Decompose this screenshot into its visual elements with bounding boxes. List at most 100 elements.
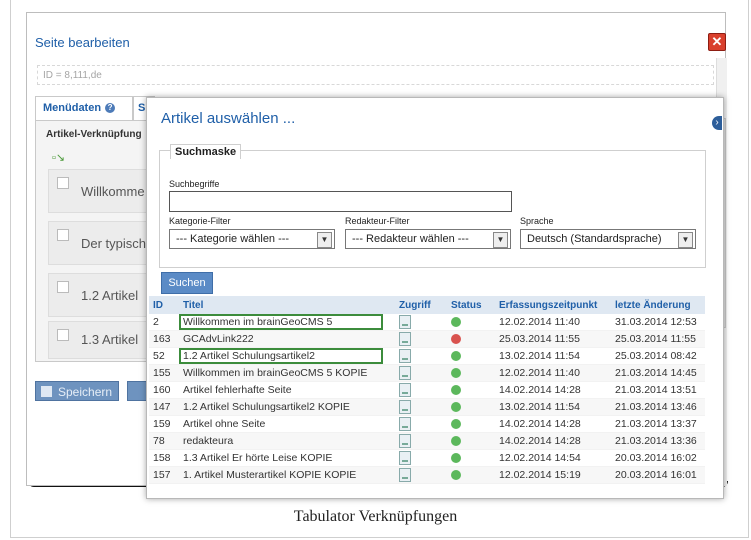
cell-status (447, 449, 495, 467)
column-header-id[interactable]: ID (149, 296, 179, 314)
column-header-access[interactable]: Zugriff (395, 296, 447, 314)
cell-created: 12.02.2014 11:40 (495, 314, 611, 331)
cell-title[interactable]: Artikel ohne Seite (179, 415, 395, 433)
cell-access (395, 449, 447, 467)
cell-changed: 21.03.2014 13:37 (611, 415, 705, 433)
category-filter-select[interactable]: --- Kategorie wählen --- ▼ (169, 229, 335, 249)
category-filter-label: Kategorie-Filter (169, 216, 231, 226)
title-text[interactable]: Artikel fehlerhafte Seite (183, 384, 292, 396)
cell-title[interactable]: Willkommen im brainGeoCMS 5 (179, 314, 395, 331)
cell-title[interactable]: Willkommen im brainGeoCMS 5 KOPIE (179, 364, 395, 382)
cell-title[interactable]: 1.3 Artikel Er hörte Leise KOPIE (179, 449, 395, 467)
category-filter-value: --- Kategorie wählen --- (176, 233, 290, 245)
results-table: ID Titel Zugriff Status Erfassungszeitpu… (149, 296, 705, 484)
chevron-down-icon: ▼ (493, 232, 508, 248)
table-row[interactable]: 52 1.2 Artikel Schulungsartikel2 13.02.201… (149, 347, 705, 365)
cell-changed: 21.03.2014 13:36 (611, 432, 705, 450)
cell-title[interactable]: redakteura (179, 432, 395, 450)
title-text[interactable]: Willkommen im brainGeoCMS 5 (179, 314, 383, 330)
editor-filter-value: --- Redakteur wählen --- (352, 233, 469, 245)
floppy-icon (41, 386, 52, 397)
cell-created: 13.02.2014 11:54 (495, 398, 611, 416)
table-row[interactable]: 78 redakteura 14.02.2014 14:28 21.03.2014 1… (149, 432, 705, 450)
table-row[interactable]: 147 1.2 Artikel Schulungsartikel2 KOPIE 13… (149, 398, 705, 416)
column-header-changed[interactable]: letzte Änderung (611, 296, 705, 314)
table-row[interactable]: 159 Artikel ohne Seite 14.02.2014 14:28 21.… (149, 415, 705, 433)
table-row[interactable]: 155 Willkommen im brainGeoCMS 5 KOPIE 12.0… (149, 364, 705, 382)
cell-status (447, 466, 495, 484)
cell-changed: 21.03.2014 13:46 (611, 398, 705, 416)
search-button[interactable]: Suchen (161, 272, 213, 294)
cell-changed: 21.03.2014 14:45 (611, 364, 705, 382)
table-row[interactable]: 163 GCAdvLink222 25.03.2014 11:55 25.03.201… (149, 330, 705, 348)
cell-created: 12.02.2014 15:19 (495, 466, 611, 484)
cell-status (447, 398, 495, 416)
cell-access (395, 314, 447, 331)
cell-created: 13.02.2014 11:54 (495, 347, 611, 365)
cell-title[interactable]: 1. Artikel Musterartikel KOPIE KOPIE (179, 466, 395, 484)
cell-status (447, 381, 495, 399)
cell-access (395, 381, 447, 399)
title-text[interactable]: 1. Artikel Musterartikel KOPIE KOPIE (183, 469, 356, 481)
column-header-title[interactable]: Titel (179, 296, 395, 314)
status-red-icon (451, 334, 461, 345)
column-header-created[interactable]: Erfassungszeitpunkt (495, 296, 611, 314)
title-text[interactable]: 1.2 Artikel Schulungsartikel2 KOPIE (183, 401, 350, 413)
tab-menudaten-label: Menüdaten (43, 102, 102, 114)
cell-access (395, 415, 447, 433)
title-text[interactable]: Artikel ohne Seite (183, 418, 265, 430)
document-icon (399, 366, 411, 380)
checkbox[interactable] (57, 281, 69, 293)
editor-filter-select[interactable]: --- Redakteur wählen --- ▼ (345, 229, 511, 249)
table-row[interactable]: 160 Artikel fehlerhafte Seite 14.02.2014 1… (149, 381, 705, 399)
window-title: Seite bearbeiten (35, 35, 130, 50)
checkbox[interactable] (57, 229, 69, 241)
cell-changed: 20.03.2014 16:02 (611, 449, 705, 467)
status-green-icon (451, 368, 461, 379)
list-item-label: Der typisch (81, 236, 147, 251)
table-row[interactable]: 157 1. Artikel Musterartikel KOPIE KOPIE 1… (149, 466, 705, 484)
cell-access (395, 330, 447, 348)
cell-id: 160 (149, 381, 179, 399)
cell-access (395, 398, 447, 416)
column-header-status[interactable]: Status (447, 296, 495, 314)
table-row[interactable]: 158 1.3 Artikel Er hörte Leise KOPIE 12.02… (149, 449, 705, 467)
title-text[interactable]: GCAdvLink222 (183, 333, 254, 345)
title-text[interactable]: 1.2 Artikel Schulungsartikel2 (179, 348, 383, 364)
cell-id: 157 (149, 466, 179, 484)
document-icon (399, 400, 411, 414)
search-input[interactable] (169, 191, 512, 212)
checkbox[interactable] (57, 329, 69, 341)
save-button[interactable]: Speichern (35, 381, 119, 401)
cell-access (395, 364, 447, 382)
help-icon[interactable]: ? (105, 103, 116, 114)
list-item-label: Willkomme (81, 184, 145, 199)
chevron-right-icon[interactable]: › (712, 116, 722, 130)
cell-title[interactable]: 1.2 Artikel Schulungsartikel2 (179, 347, 395, 365)
checkbox[interactable] (57, 177, 69, 189)
tab-menudaten[interactable]: Menüdaten? (35, 96, 133, 120)
title-text[interactable]: Willkommen im brainGeoCMS 5 KOPIE (183, 367, 367, 379)
chevron-down-icon: ▼ (678, 232, 693, 248)
cell-title[interactable]: GCAdvLink222 (179, 330, 395, 348)
panel-label: Artikel-Verknüpfung (46, 129, 142, 140)
document-icon (399, 451, 411, 465)
cell-title[interactable]: Artikel fehlerhafte Seite (179, 381, 395, 399)
cell-title[interactable]: 1.2 Artikel Schulungsartikel2 KOPIE (179, 398, 395, 416)
status-green-icon (451, 453, 461, 464)
secondary-button[interactable] (127, 381, 147, 401)
language-select[interactable]: Deutsch (Standardsprache) ▼ (520, 229, 696, 249)
title-text[interactable]: redakteura (183, 435, 233, 447)
add-link-icon[interactable]: ▫↘ (52, 151, 65, 164)
cell-access (395, 466, 447, 484)
cell-changed: 20.03.2014 16:01 (611, 466, 705, 484)
close-icon[interactable]: ✕ (708, 33, 726, 51)
table-row[interactable]: 2 Willkommen im brainGeoCMS 5 12.02.2014 1… (149, 314, 705, 331)
document-icon (399, 417, 411, 431)
title-text[interactable]: 1.3 Artikel Er hörte Leise KOPIE (183, 452, 332, 464)
cell-status (447, 347, 495, 365)
cell-id: 155 (149, 364, 179, 382)
editor-filter-label: Redakteur-Filter (345, 216, 410, 226)
search-label: Suchbegriffe (169, 179, 220, 189)
cell-id: 163 (149, 330, 179, 348)
